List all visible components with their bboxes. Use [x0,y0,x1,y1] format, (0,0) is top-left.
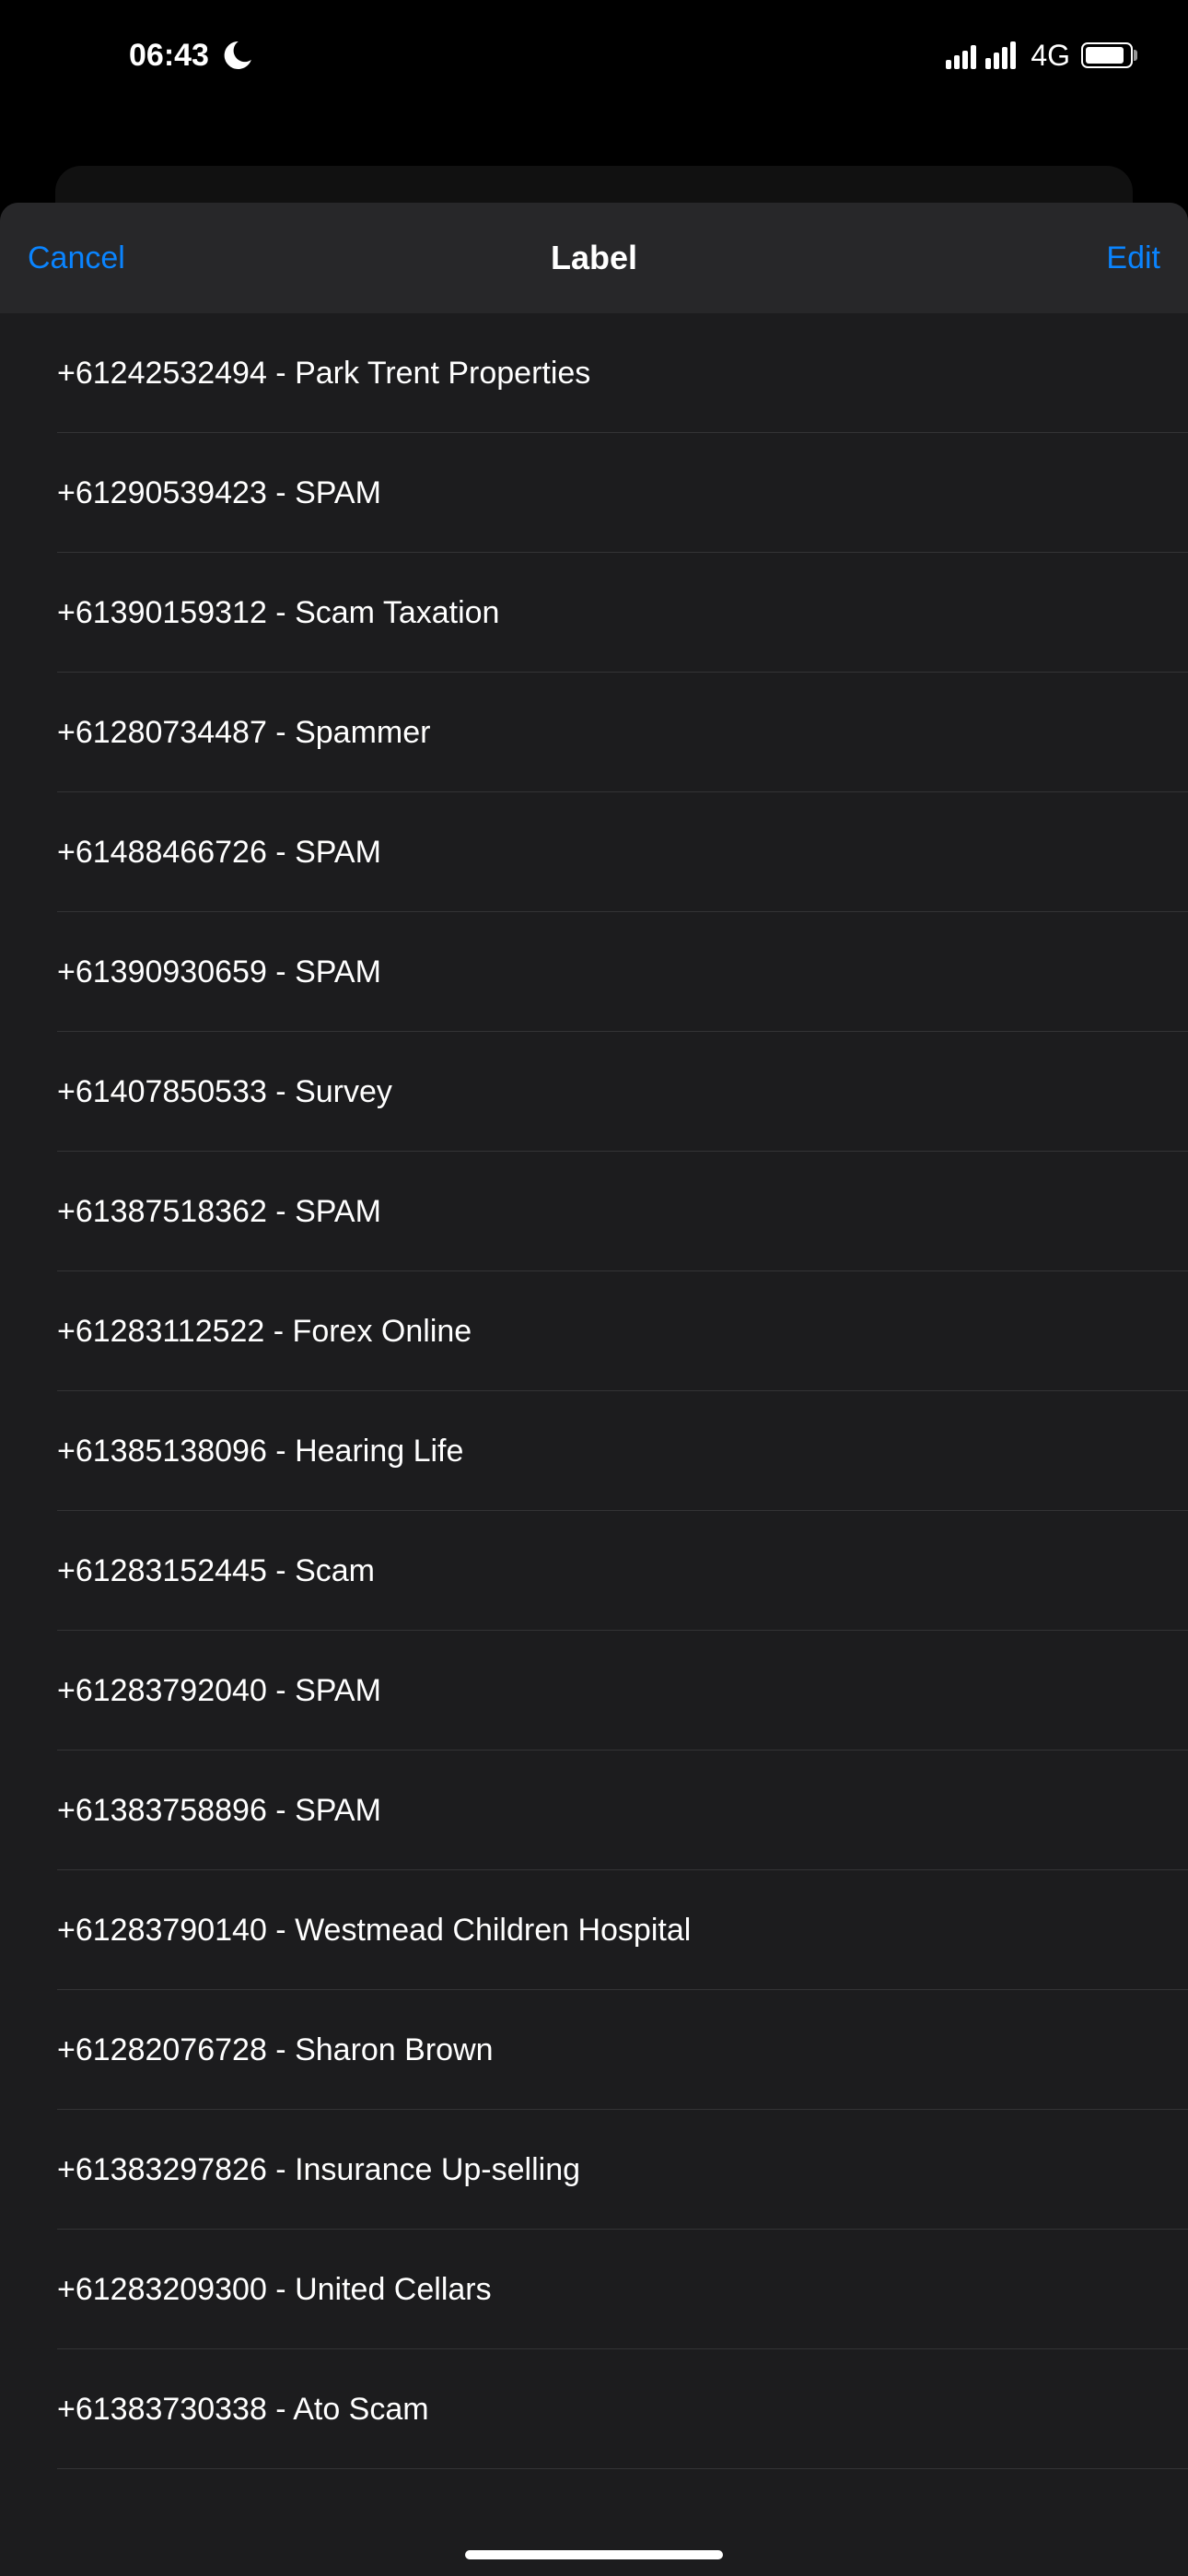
cellular-signal-icon [946,41,1016,69]
list-item-label: +61383297826 - Insurance Up-selling [0,2152,580,2188]
label-sheet: Cancel Label Edit +61242532494 - Park Tr… [0,203,1188,2576]
list-item[interactable]: +61282076728 - Sharon Brown [0,1990,1188,2110]
list-item[interactable]: +61383730338 - Ato Scam [0,2349,1188,2469]
status-left: 06:43 [129,38,255,74]
list-item-label: +61283792040 - SPAM [0,1673,381,1709]
list-item[interactable]: +61283112522 - Forex Online [0,1271,1188,1391]
list-item-label: +61407850533 - Survey [0,1074,392,1110]
list-item-label: +61290539423 - SPAM [0,475,381,511]
list-item[interactable]: +61283792040 - SPAM [0,1631,1188,1751]
list-item[interactable]: +61283790140 - Westmead Children Hospita… [0,1870,1188,1990]
list-item-label: +61385138096 - Hearing Life [0,1434,463,1469]
battery-icon [1081,42,1133,68]
sheet-title: Label [157,239,1031,277]
list-item[interactable]: +61280734487 - Spammer [0,673,1188,792]
list-item[interactable]: +61488466726 - SPAM [0,792,1188,912]
list-item[interactable]: +61283209300 - United Cellars [0,2230,1188,2349]
list-item-label: +61282076728 - Sharon Brown [0,2032,494,2068]
list-item[interactable]: +61383297826 - Insurance Up-selling [0,2110,1188,2230]
sheet-header: Cancel Label Edit [0,203,1188,313]
list-item-label: +61488466726 - SPAM [0,835,381,871]
list-item-label: +61390159312 - Scam Taxation [0,595,499,631]
list-item[interactable]: +61290539423 - SPAM [0,433,1188,553]
list-item-label: +61283209300 - United Cellars [0,2272,492,2308]
list-item-label: +61280734487 - Spammer [0,715,430,751]
list-item-label: +61383758896 - SPAM [0,1793,381,1829]
list-item-label: +61383730338 - Ato Scam [0,2392,429,2428]
status-right: 4G [946,39,1133,73]
list-item[interactable]: +61407850533 - Survey [0,1032,1188,1152]
list-item-label: +61242532494 - Park Trent Properties [0,356,590,392]
list-item-label: +61283152445 - Scam [0,1553,375,1589]
edit-button[interactable]: Edit [1031,240,1160,276]
list-item-label: +61283112522 - Forex Online [0,1314,472,1350]
network-type: 4G [1027,39,1070,73]
label-list[interactable]: +61242532494 - Park Trent Properties +612… [0,313,1188,2469]
list-item[interactable]: +61390930659 - SPAM [0,912,1188,1032]
status-bar: 06:43 4G [0,0,1188,111]
list-item[interactable]: +61387518362 - SPAM [0,1152,1188,1271]
status-time: 06:43 [129,38,209,74]
list-item[interactable]: +61383758896 - SPAM [0,1751,1188,1870]
list-item[interactable]: +61283152445 - Scam [0,1511,1188,1631]
list-item[interactable]: +61390159312 - Scam Taxation [0,553,1188,673]
list-item-label: +61283790140 - Westmead Children Hospita… [0,1913,691,1949]
list-item[interactable]: +61385138096 - Hearing Life [0,1391,1188,1511]
do-not-disturb-icon [220,38,255,73]
home-indicator[interactable] [465,2550,723,2559]
list-item[interactable]: +61242532494 - Park Trent Properties [0,313,1188,433]
list-item-label: +61390930659 - SPAM [0,954,381,990]
cancel-button[interactable]: Cancel [28,240,157,276]
list-item-label: +61387518362 - SPAM [0,1194,381,1230]
